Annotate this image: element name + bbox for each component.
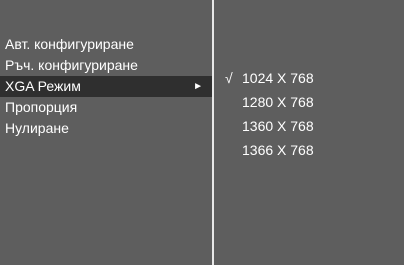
menu-item-label: Ръч. конфигуриране: [5, 57, 138, 73]
option-label: 1280 X 768: [242, 94, 314, 110]
option-1366x768[interactable]: 1366 X 768: [214, 138, 314, 162]
play-arrow-icon: ►: [193, 81, 203, 92]
option-1360x768[interactable]: 1360 X 768: [214, 114, 314, 138]
menu-item-aspect-ratio[interactable]: Пропорция: [0, 97, 212, 118]
menu-item-label: XGA Режим: [5, 78, 81, 94]
option-label: 1024 X 768: [242, 70, 314, 86]
menu-item-reset[interactable]: Нулиране: [0, 118, 212, 139]
option-label: 1360 X 768: [242, 118, 314, 134]
menu-item-label: Нулиране: [5, 120, 69, 136]
option-label: 1366 X 768: [242, 142, 314, 158]
xga-mode-submenu-panel: √ 1024 X 768 1280 X 768 1360 X 768 1366 …: [214, 0, 404, 265]
menu-item-label: Пропорция: [5, 99, 78, 115]
menu-item-manual-config[interactable]: Ръч. конфигуриране: [0, 55, 212, 76]
option-1280x768[interactable]: 1280 X 768: [214, 90, 314, 114]
checkmark-icon: √: [225, 70, 233, 86]
main-menu-list: Авт. конфигуриране Ръч. конфигуриране XG…: [0, 34, 212, 139]
menu-item-label: Авт. конфигуриране: [5, 36, 134, 52]
menu-item-auto-config[interactable]: Авт. конфигуриране: [0, 34, 212, 55]
menu-item-xga-mode[interactable]: XGA Режим ►: [0, 76, 212, 97]
option-1024x768[interactable]: √ 1024 X 768: [214, 66, 314, 90]
osd-menu-window: Авт. конфигуриране Ръч. конфигуриране XG…: [0, 0, 404, 265]
resolution-option-list: √ 1024 X 768 1280 X 768 1360 X 768 1366 …: [214, 66, 314, 162]
main-menu-panel: Авт. конфигуриране Ръч. конфигуриране XG…: [0, 0, 212, 265]
